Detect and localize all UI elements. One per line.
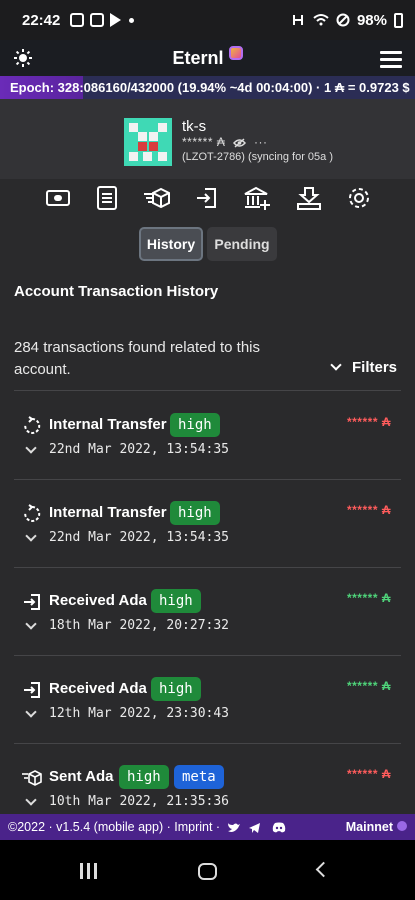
transaction-amount: ****** ₳ [346, 591, 391, 605]
theme-toggle-sun-icon[interactable] [13, 48, 33, 68]
transaction-date: 12th Mar 2022, 23:30:43 [49, 706, 230, 721]
receive-icon [24, 682, 40, 698]
do-not-disturb-icon [336, 13, 350, 27]
notification-icon [90, 13, 105, 27]
filters-label: Filters [351, 359, 397, 376]
divider [14, 390, 401, 391]
transaction-amount: ****** ₳ [346, 415, 391, 429]
notification-icon [70, 13, 85, 27]
epoch-info-bar: Epoch: 328:086160/432000 (19.94% ~4d 00:… [0, 76, 415, 99]
section-title: Account Transaction History [14, 283, 219, 300]
app-logo-icon [228, 46, 243, 60]
wifi-icon [313, 14, 329, 26]
transaction-date: 22nd Mar 2022, 13:54:35 [49, 530, 230, 545]
play-icon [110, 13, 122, 27]
transaction-date: 18th Mar 2022, 20:27:32 [49, 618, 230, 633]
back-icon[interactable] [315, 861, 332, 878]
transaction-row[interactable]: Received Ada high ****** ₳ 18th Mar 2022… [0, 576, 415, 664]
send-cube-icon[interactable] [143, 185, 171, 211]
status-time: 22:42 [22, 11, 61, 29]
bank-icon[interactable] [243, 185, 271, 211]
account-name: tk-s [182, 118, 207, 135]
divider [14, 743, 401, 744]
stake-icon[interactable] [295, 185, 323, 211]
transaction-amount: ****** ₳ [346, 503, 391, 517]
priority-badge: high [151, 589, 201, 613]
account-header: tk-s ****** ₳ ··· (LZOT-2786) (syncing f… [0, 99, 415, 179]
priority-badge: high [119, 765, 169, 789]
wallet-icon[interactable] [44, 185, 72, 211]
chevron-down-icon[interactable] [25, 442, 37, 454]
account-balance-value: ****** ₳ [182, 135, 226, 149]
transaction-type: Received Ada [49, 680, 147, 697]
hide-balance-icon[interactable] [233, 138, 247, 148]
app-footer: ©2022 · v1.5.4 (mobile app) · Imprint · … [0, 814, 415, 840]
transaction-date: 22nd Mar 2022, 13:54:35 [49, 442, 230, 457]
receive-icon [24, 594, 40, 610]
account-subtitle: (LZOT-2786) (syncing for 05a ) [182, 151, 334, 163]
chevron-down-icon[interactable] [25, 530, 37, 542]
app-title: Eternl [172, 47, 224, 68]
priority-badge: high [170, 413, 220, 437]
telegram-icon[interactable] [248, 822, 261, 834]
transaction-amount: ****** ₳ [346, 767, 391, 781]
twitter-icon[interactable] [227, 822, 241, 834]
account-avatar [124, 118, 172, 166]
divider [14, 567, 401, 568]
battery-icon [394, 12, 403, 28]
screen: 22:42 98% Eternl Epoch: 328:086160/43200… [0, 0, 415, 900]
status-bar: 22:42 98% [0, 0, 415, 40]
network-label: Mainnet [345, 820, 393, 834]
filters-button[interactable]: Filters [330, 359, 397, 376]
account-balance: ****** ₳ ··· [182, 135, 268, 149]
internal-transfer-icon [24, 416, 41, 434]
discord-icon[interactable] [271, 822, 287, 834]
transaction-type: Internal Transfer [49, 416, 167, 433]
chevron-down-icon [330, 359, 342, 371]
system-navigation-bar [0, 840, 415, 900]
priority-badge: high [170, 501, 220, 525]
chevron-down-icon[interactable] [25, 618, 37, 630]
account-tabs [0, 179, 415, 217]
gear-icon[interactable] [345, 185, 373, 211]
divider [14, 655, 401, 656]
receive-icon[interactable] [193, 185, 221, 211]
network-status-icon [397, 821, 407, 831]
transaction-row[interactable]: Internal Transfer high ****** ₳ 22nd Mar… [0, 400, 415, 488]
menu-icon[interactable] [380, 51, 402, 68]
more-options-icon[interactable]: ··· [254, 135, 268, 149]
recent-apps-icon[interactable] [80, 863, 100, 879]
app-header: Eternl [0, 40, 415, 76]
transaction-date: 10th Mar 2022, 21:35:36 [49, 794, 230, 809]
dot-icon [129, 17, 135, 23]
internal-transfer-icon [24, 504, 41, 522]
status-right: 98% [290, 12, 403, 29]
chevron-down-icon[interactable] [25, 794, 37, 806]
history-tab-button[interactable]: History [139, 227, 203, 261]
transaction-row[interactable]: Internal Transfer high ****** ₳ 22nd Mar… [0, 488, 415, 576]
transaction-type: Sent Ada [49, 768, 114, 785]
metadata-badge: meta [174, 765, 224, 789]
pending-tab-button[interactable]: Pending [207, 227, 277, 261]
transaction-type: Received Ada [49, 592, 147, 609]
transaction-type: Internal Transfer [49, 504, 167, 521]
footer-text: ©2022 · v1.5.4 (mobile app) · Imprint · [8, 820, 221, 834]
network-indicator[interactable]: Mainnet [346, 814, 407, 840]
document-icon[interactable] [93, 185, 121, 211]
send-icon [22, 770, 42, 786]
transaction-amount: ****** ₳ [346, 679, 391, 693]
priority-badge: high [151, 677, 201, 701]
alarm-icon [292, 15, 303, 25]
chevron-down-icon[interactable] [25, 706, 37, 718]
battery-text: 98% [356, 11, 387, 29]
home-icon[interactable] [198, 863, 217, 880]
transaction-count-text: 284 transactions found related to this a… [14, 339, 260, 378]
divider [14, 479, 401, 480]
transaction-row[interactable]: Received Ada high ****** ₳ 12th Mar 2022… [0, 664, 415, 752]
